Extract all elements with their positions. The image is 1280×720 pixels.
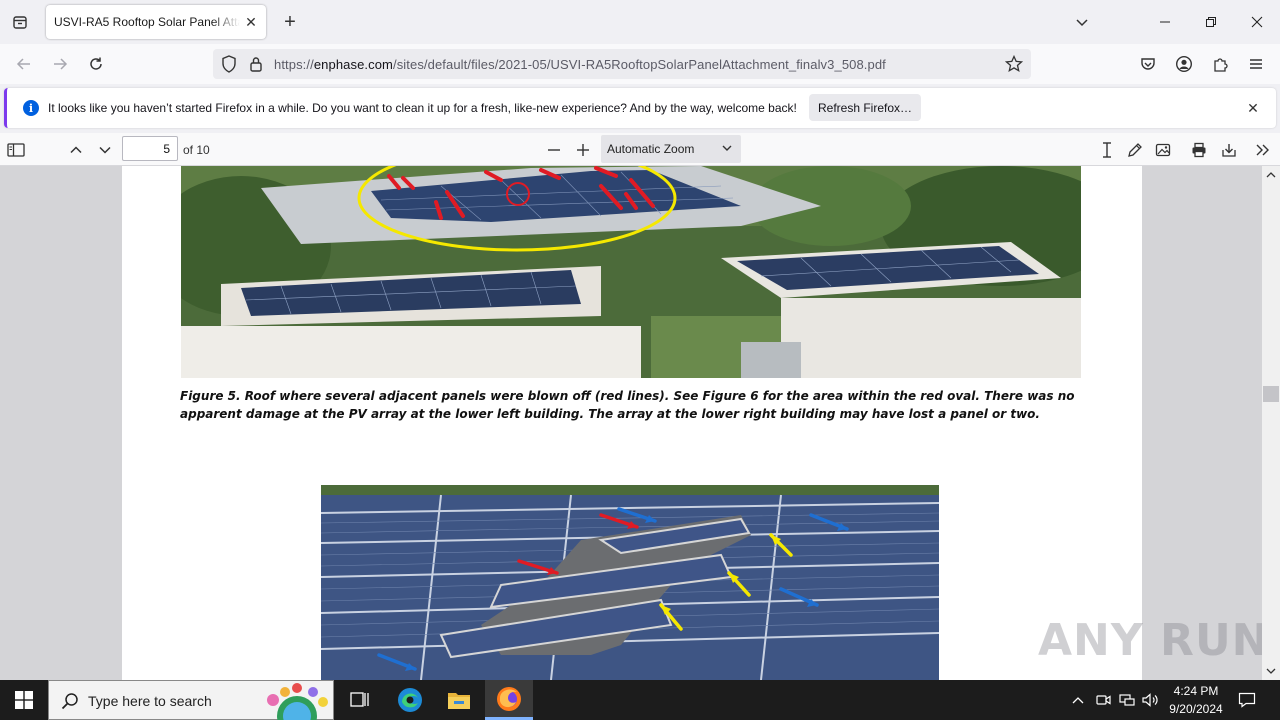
navigation-toolbar: https://enphase.com/sites/default/files/… [0, 44, 1280, 84]
chevron-down-icon [721, 142, 733, 157]
print-icon[interactable] [1186, 137, 1212, 163]
zoom-select-value: Automatic Zoom [607, 142, 695, 156]
figure-5-caption: Figure 5. Roof where several adjacent pa… [180, 389, 1075, 421]
zoom-in-icon[interactable] [570, 137, 596, 163]
figure-6-photo [321, 485, 939, 680]
menu-hamburger-icon[interactable] [1242, 50, 1270, 78]
tab-title: USVI-RA5 Rooftop Solar Panel Attachment [54, 15, 240, 29]
tools-chevron-icon[interactable] [1250, 137, 1276, 163]
page-number-input[interactable] [122, 136, 178, 161]
restore-icon[interactable] [1188, 0, 1234, 44]
firefox-view-icon[interactable] [6, 8, 34, 36]
extensions-icon[interactable] [1206, 50, 1234, 78]
url-host: enphase.com [313, 57, 393, 72]
pdf-viewer[interactable]: Figure 5. Roof where several adjacent pa… [0, 166, 1280, 680]
notification-message: It looks like you haven’t started Firefo… [48, 101, 797, 115]
notification-center-icon[interactable] [1232, 688, 1262, 712]
clock-time[interactable]: 4:24 PM [1168, 684, 1224, 698]
refresh-firefox-notification: i It looks like you haven’t started Fire… [4, 88, 1276, 128]
notification-close-icon[interactable]: ✕ [1244, 99, 1262, 117]
forward-arrow-icon[interactable] [46, 50, 74, 78]
lock-icon[interactable] [249, 55, 263, 76]
show-hidden-icons-icon[interactable] [1068, 690, 1088, 710]
system-tray: 4:24 PM 9/20/2024 [0, 680, 1280, 720]
previous-page-icon[interactable] [63, 137, 89, 163]
save-download-icon[interactable] [1216, 137, 1242, 163]
volume-icon[interactable] [1141, 690, 1161, 710]
back-arrow-icon[interactable] [10, 50, 38, 78]
zoom-select[interactable]: Automatic Zoom [601, 135, 741, 163]
active-tab[interactable]: USVI-RA5 Rooftop Solar Panel Attachment … [46, 5, 266, 39]
new-tab-icon[interactable]: + [278, 10, 302, 34]
url-scheme: https:// [274, 57, 314, 72]
clock-date[interactable]: 9/20/2024 [1164, 702, 1228, 716]
add-image-icon[interactable] [1150, 137, 1176, 163]
reload-icon[interactable] [82, 50, 110, 78]
minimize-icon[interactable] [1142, 0, 1188, 44]
account-icon[interactable] [1170, 50, 1198, 78]
close-window-icon[interactable] [1234, 0, 1280, 44]
pdf-toolbar: of 10 Automatic Zoom [0, 133, 1280, 166]
tab-strip: USVI-RA5 Rooftop Solar Panel Attachment … [0, 0, 1280, 44]
text-select-icon[interactable] [1094, 137, 1120, 163]
url-text[interactable]: https://enphase.com/sites/default/files/… [274, 57, 886, 72]
draw-pencil-icon[interactable] [1122, 137, 1148, 163]
url-bar[interactable]: https://enphase.com/sites/default/files/… [213, 49, 1031, 79]
scroll-down-icon[interactable] [1262, 664, 1280, 678]
watermark-text: ANY RUN [1038, 615, 1268, 666]
pocket-icon[interactable] [1134, 50, 1162, 78]
sidebar-toggle-icon[interactable] [3, 137, 29, 163]
network-icon[interactable] [1117, 690, 1137, 710]
next-page-icon[interactable] [92, 137, 118, 163]
figure-5-photo [181, 166, 1081, 378]
vertical-scrollbar[interactable] [1262, 166, 1280, 680]
bookmark-star-icon[interactable] [1004, 54, 1024, 76]
info-icon: i [23, 100, 39, 116]
scrollbar-thumb[interactable] [1263, 386, 1279, 402]
pdf-page: Figure 5. Roof where several adjacent pa… [122, 166, 1142, 680]
page-count-label: of 10 [183, 143, 210, 157]
url-path: /sites/default/files/2021-05/USVI-RA5Roo… [392, 57, 886, 72]
anyrun-watermark: ANY RUN [1038, 604, 1268, 674]
windows-taskbar: Type here to search 4:24 PM 9/20/2024 [0, 680, 1280, 720]
tab-close-icon[interactable]: ✕ [242, 13, 260, 31]
scroll-up-icon[interactable] [1262, 168, 1280, 182]
refresh-firefox-button[interactable]: Refresh Firefox… [809, 94, 921, 121]
zoom-out-icon[interactable] [541, 137, 567, 163]
tracking-shield-icon[interactable] [221, 55, 237, 76]
meet-now-icon[interactable] [1093, 690, 1113, 710]
list-all-tabs-icon[interactable] [1070, 10, 1094, 34]
